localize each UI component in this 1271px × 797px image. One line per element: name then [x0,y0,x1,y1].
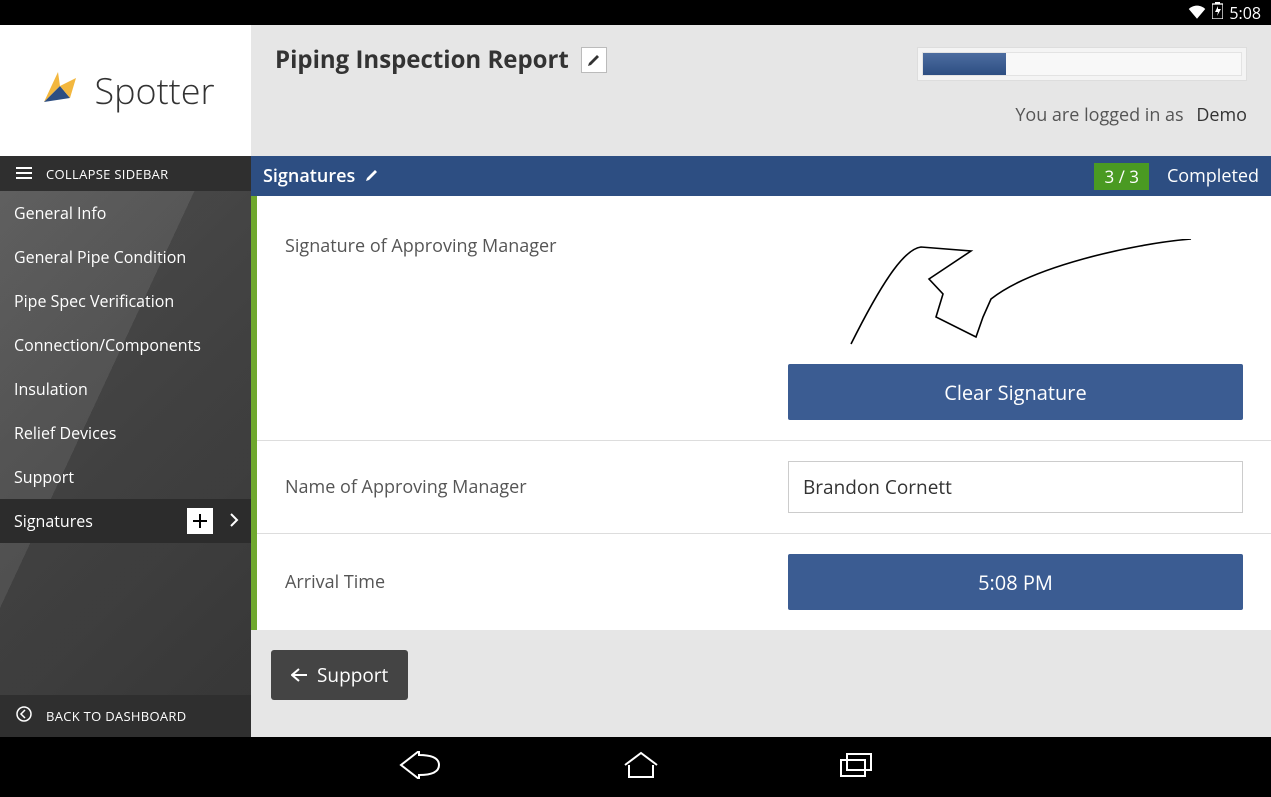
android-status-bar: 5:08 [0,0,1271,25]
chevron-right-icon [230,510,239,532]
manager-name-row: Name of Approving Manager [257,441,1271,534]
back-support-button[interactable]: Support [271,650,408,700]
nav-label: Relief Devices [14,422,116,444]
signature-drawing [831,239,1201,349]
brand-logo: Spotter [0,25,251,156]
brand-name: Spotter [94,66,214,115]
section-status: Completed [1159,164,1259,188]
wifi-icon [1188,2,1206,24]
page-header: Piping Inspection Report You are logged … [251,25,1271,156]
nav-list: General Info General Pipe Condition Pipe… [0,191,251,695]
back-dashboard-label: BACK TO DASHBOARD [46,707,186,725]
nav-item-pipe-spec-verification[interactable]: Pipe Spec Verification [0,279,251,323]
login-user: Demo [1196,103,1247,127]
back-to-dashboard-button[interactable]: BACK TO DASHBOARD [0,695,251,737]
nav-item-signatures[interactable]: Signatures [0,499,251,543]
nav-label: Insulation [14,378,88,400]
collapse-label: COLLAPSE SIDEBAR [46,165,169,183]
pencil-icon [365,168,379,182]
nav-item-insulation[interactable]: Insulation [0,367,251,411]
sidebar: Spotter COLLAPSE SIDEBAR General Info Ge… [0,25,251,737]
progress-bar [922,52,1242,76]
back-button-label: Support [317,662,388,688]
nav-label: Pipe Spec Verification [14,290,174,312]
login-status: You are logged in as Demo [275,103,1247,127]
page-title: Piping Inspection Report [275,43,569,76]
nav-item-general-pipe-condition[interactable]: General Pipe Condition [0,235,251,279]
arrow-left-icon [291,662,307,688]
arrival-time-row: Arrival Time 5:08 PM [257,534,1271,630]
section-count-badge: 3 / 3 [1094,163,1149,190]
nav-label: Signatures [14,510,93,532]
nav-item-relief-devices[interactable]: Relief Devices [0,411,251,455]
arrow-left-circle-icon [16,706,32,726]
android-nav-bar [0,737,1271,797]
plus-icon [192,513,208,529]
section-header: Signatures 3 / 3 Completed [251,156,1271,196]
clear-signature-button[interactable]: Clear Signature [788,364,1243,420]
android-back-button[interactable] [399,751,443,784]
edit-section-button[interactable] [365,164,379,188]
nav-item-general-info[interactable]: General Info [0,191,251,235]
status-time: 5:08 [1229,2,1261,24]
spotter-logo-icon [36,64,84,117]
nav-label: Support [14,466,74,488]
nav-item-support[interactable]: Support [0,455,251,499]
android-home-button[interactable] [623,751,659,784]
android-recent-button[interactable] [839,752,873,783]
collapse-sidebar-button[interactable]: COLLAPSE SIDEBAR [0,156,251,191]
pencil-icon [587,53,601,67]
battery-charging-icon [1212,2,1223,24]
progress-container [917,47,1247,81]
login-prefix: You are logged in as [1015,103,1183,127]
nav-label: General Pipe Condition [14,246,186,268]
arrival-time-button[interactable]: 5:08 PM [788,554,1243,610]
edit-title-button[interactable] [581,47,607,73]
manager-name-label: Name of Approving Manager [285,475,768,499]
add-signature-button[interactable] [187,508,213,534]
section-title: Signatures [263,164,355,188]
nav-item-connection-components[interactable]: Connection/Components [0,323,251,367]
hamburger-icon [16,165,32,183]
signature-label: Signature of Approving Manager [285,234,768,258]
signature-canvas[interactable] [788,234,1243,354]
manager-name-input[interactable] [788,461,1243,513]
nav-label: General Info [14,202,106,224]
nav-label: Connection/Components [14,334,201,356]
signature-row: Signature of Approving Manager Clear Sig… [257,196,1271,441]
main-content: Piping Inspection Report You are logged … [251,25,1271,737]
progress-fill [923,53,1006,75]
form-panel: Signature of Approving Manager Clear Sig… [251,196,1271,630]
arrival-time-label: Arrival Time [285,570,768,594]
